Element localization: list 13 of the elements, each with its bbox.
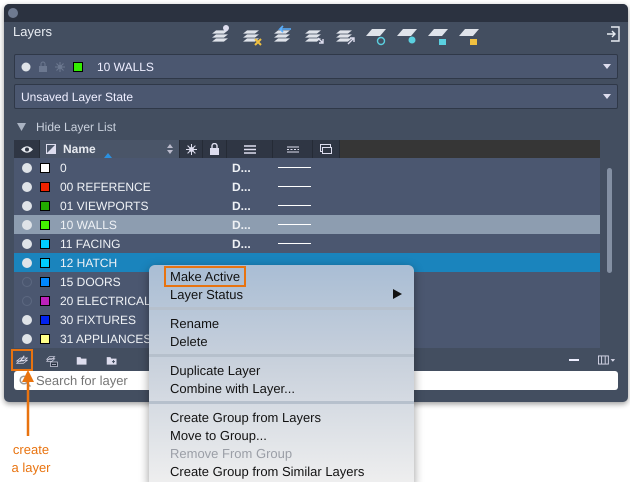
linetype-value: D... (232, 180, 252, 194)
linetype-value: D... (232, 160, 252, 174)
layer-name: 10 WALLS (60, 218, 117, 232)
layer-state-value: Unsaved Layer State (21, 90, 134, 104)
layer-name: 12 HATCH (60, 256, 118, 270)
linetype-value: D... (232, 218, 252, 232)
current-layer-name: 10 WALLS (97, 60, 154, 74)
panel-title: Layers (13, 24, 54, 39)
menu-item: Remove From Group (170, 446, 294, 460)
name-heading: Name (63, 142, 96, 156)
linetype-value: D... (232, 236, 252, 250)
linetype-value: D... (232, 198, 252, 212)
annotation-label: create a layer (10, 441, 52, 477)
